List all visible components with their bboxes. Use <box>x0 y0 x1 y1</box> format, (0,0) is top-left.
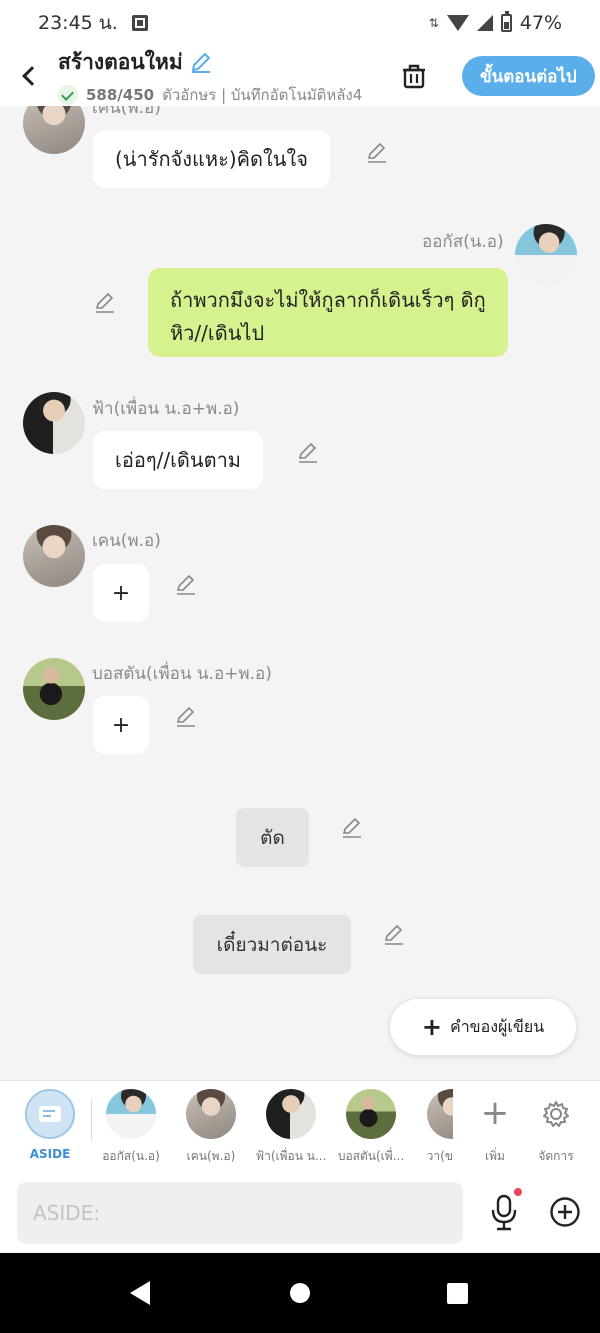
signal-icon <box>476 15 493 31</box>
chat-area[interactable]: เคน(พ.อ) (น่ารักจังแหะ)คิดในใจ ออกัส(น.อ… <box>0 106 600 1080</box>
avatar[interactable] <box>515 224 577 286</box>
avatar[interactable] <box>23 658 85 720</box>
edit-icon[interactable] <box>94 292 116 314</box>
data-arrows-icon: ⇅ <box>428 16 439 30</box>
mic-button[interactable] <box>489 1188 525 1238</box>
manage-label: จัดการ <box>538 1149 574 1163</box>
nav-back-button[interactable] <box>130 1281 150 1305</box>
edit-icon[interactable] <box>175 574 197 596</box>
composer <box>0 1172 600 1252</box>
edit-icon[interactable] <box>383 924 405 946</box>
message-bubble[interactable]: (น่ารักจังแหะ)คิดในใจ <box>93 130 330 188</box>
plus-icon: + <box>421 1013 442 1041</box>
page-title: สร้างตอนใหม่ <box>58 49 183 74</box>
edit-icon[interactable] <box>366 142 388 164</box>
trash-icon <box>403 64 425 89</box>
character-label: ออกัส(น.อ) <box>102 1149 160 1163</box>
battery-percent: 47% <box>519 12 562 34</box>
empty-message-bubble[interactable]: + <box>93 564 149 622</box>
system-nav-bar <box>0 1253 600 1333</box>
character-fah[interactable]: ฟ้า(เพื่อน น... <box>247 1089 335 1166</box>
edit-icon[interactable] <box>175 706 197 728</box>
author-note-label: คำของผู้เขียน <box>449 1016 545 1036</box>
message-input[interactable] <box>17 1182 463 1244</box>
character-aside[interactable]: ASIDE <box>6 1089 94 1161</box>
battery-icon <box>500 11 512 32</box>
pencil-icon[interactable] <box>189 50 213 74</box>
message-bubble[interactable]: ถ้าพวกมึงจะไม่ให้กูลากก็เดินเร็วๆ ดิกูหิ… <box>148 268 508 357</box>
sender-name: ฟ้า(เพื่อน น.อ+พ.อ) <box>92 399 240 419</box>
character-boston[interactable]: บอสตัน(เพื่... <box>327 1089 415 1166</box>
mic-icon <box>491 1194 517 1231</box>
aside-icon <box>39 1106 61 1122</box>
screen-record-icon <box>131 15 148 31</box>
sender-name: เคน(พ.อ) <box>92 531 161 551</box>
edit-icon[interactable] <box>297 442 319 464</box>
autosave-status: ตัวอักษร | บันทึกอัตโนมัติหลัง4 <box>162 85 363 104</box>
message-bubble[interactable]: เอ่อๆ//เดินตาม <box>93 431 263 489</box>
avatar[interactable] <box>23 106 85 154</box>
avatar <box>266 1089 316 1139</box>
sender-name: เคน(พ.อ) <box>92 106 161 118</box>
chevron-left-icon <box>22 66 42 86</box>
plus-icon: + <box>480 1093 510 1133</box>
clock: 23:45 น. <box>38 12 118 34</box>
title-block: สร้างตอนใหม่ 588/450 ตัวอักษร | บันทึกอั… <box>58 46 372 107</box>
wifi-icon <box>446 15 469 31</box>
character-label: วา(ข <box>426 1149 453 1163</box>
add-circle-icon[interactable] <box>549 1196 581 1228</box>
sender-name: บอสตัน(เพื่อน น.อ+พ.อ) <box>92 664 272 684</box>
avatar <box>346 1089 396 1139</box>
nav-home-button[interactable] <box>290 1283 310 1303</box>
character-selector: ASIDE ออกัส(น.อ) เคน(พ.อ) ฟ้า(เพื่อน น..… <box>0 1080 600 1172</box>
system-message[interactable]: เดี๋ยวมาต่อนะ <box>193 915 351 974</box>
character-label: ฟ้า(เพื่อน น... <box>255 1149 327 1163</box>
avatar <box>186 1089 236 1139</box>
character-label: บอสตัน(เพื่... <box>337 1149 405 1163</box>
gear-icon <box>543 1101 569 1127</box>
avatar[interactable] <box>23 392 85 454</box>
author-note-button[interactable]: + คำของผู้เขียน <box>390 999 576 1055</box>
character-august[interactable]: ออกัส(น.อ) <box>87 1089 175 1166</box>
avatar <box>106 1089 156 1139</box>
empty-message-bubble[interactable]: + <box>93 696 149 754</box>
avatar[interactable] <box>23 525 85 587</box>
edit-icon[interactable] <box>341 817 363 839</box>
add-label: เพิ่ม <box>485 1149 505 1163</box>
character-ken[interactable]: เคน(พ.อ) <box>167 1089 255 1166</box>
app-header: สร้างตอนใหม่ 588/450 ตัวอักษร | บันทึกอั… <box>0 46 600 106</box>
character-label: เคน(พ.อ) <box>186 1149 236 1163</box>
nav-recents-button[interactable] <box>447 1283 468 1304</box>
next-step-button[interactable]: ขั้นตอนต่อไป <box>462 56 595 96</box>
sender-name: ออกัส(น.อ) <box>422 232 504 252</box>
char-count: 588/450 <box>86 85 155 104</box>
character-wa[interactable]: วา(ข <box>407 1089 453 1166</box>
system-message[interactable]: ตัด <box>236 808 309 867</box>
notification-dot <box>514 1188 522 1196</box>
back-button[interactable] <box>0 46 58 106</box>
check-icon <box>58 84 78 105</box>
add-character-button[interactable]: + เพิ่ม <box>467 1089 523 1166</box>
avatar <box>427 1089 453 1139</box>
character-label: ASIDE <box>29 1147 71 1161</box>
delete-button[interactable] <box>388 46 440 106</box>
status-bar: 23:45 น. ⇅ 47% <box>0 0 600 46</box>
manage-button[interactable]: จัดการ <box>528 1089 584 1166</box>
